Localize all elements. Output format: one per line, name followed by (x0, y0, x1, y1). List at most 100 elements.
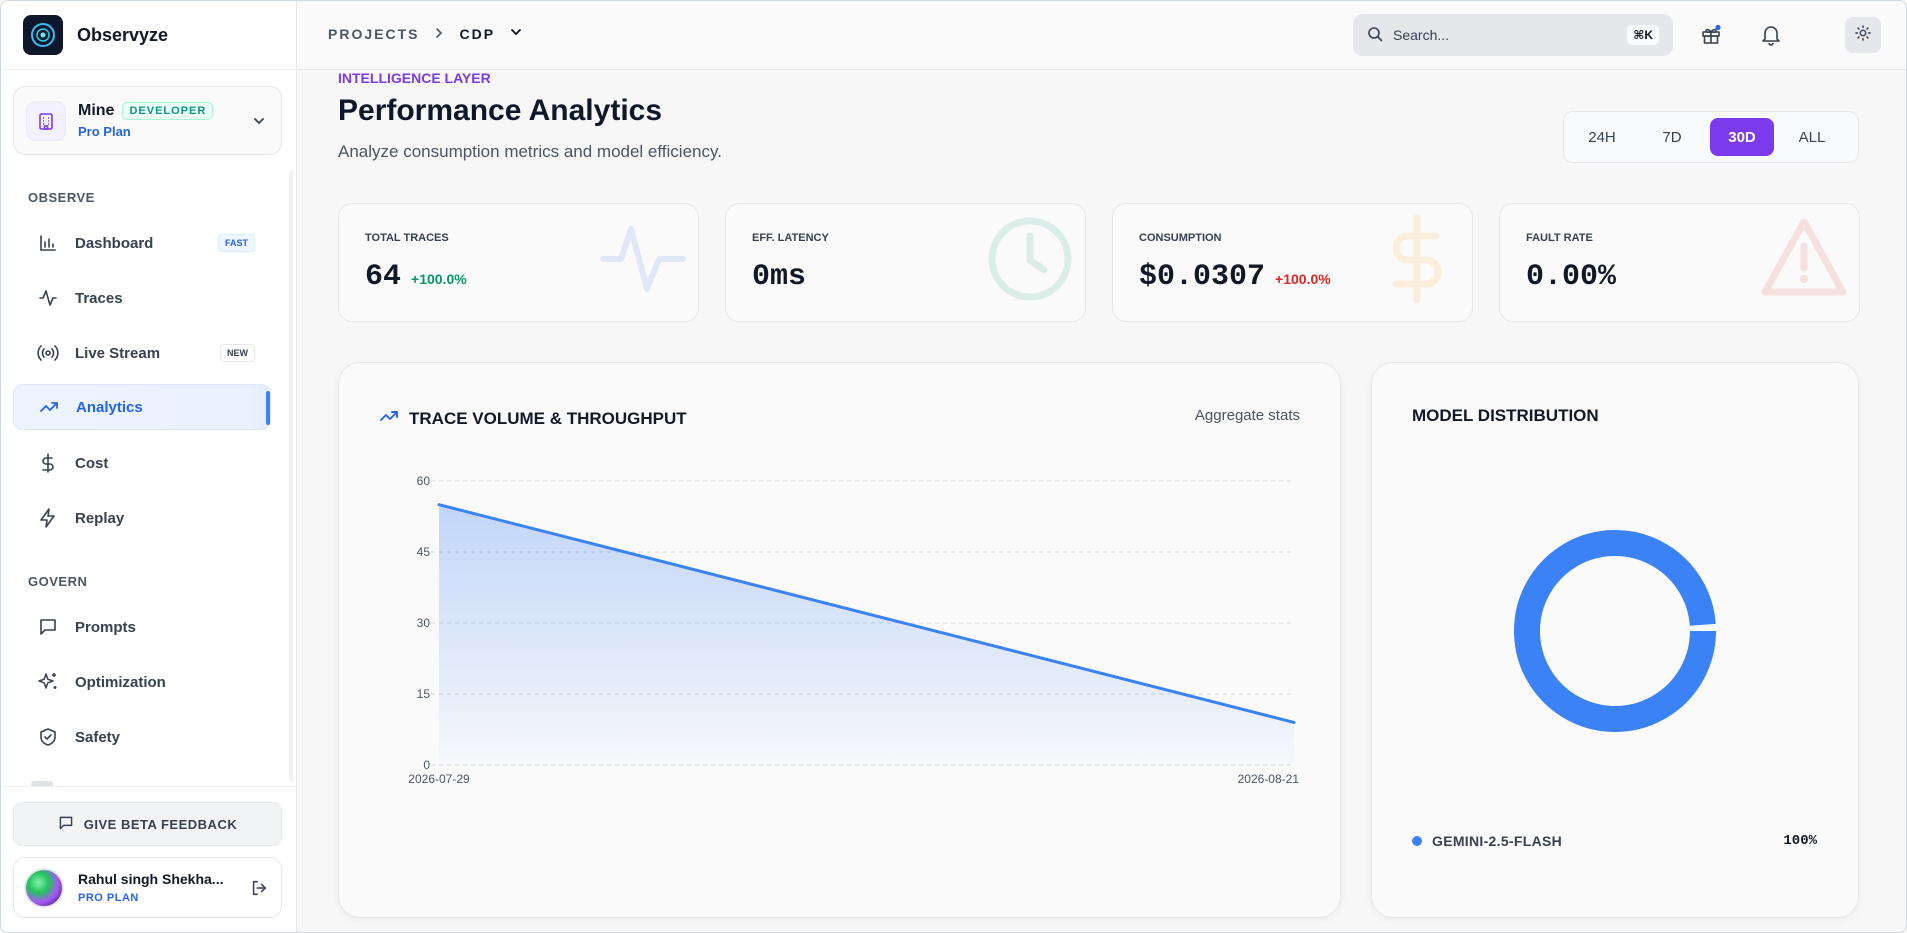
avatar (24, 867, 64, 908)
sidebar-item-label: Traces (75, 289, 123, 307)
gift-icon[interactable] (1697, 21, 1725, 49)
workspace-plan: Pro Plan (78, 124, 131, 139)
bar-chart-icon (37, 232, 59, 254)
legend-label: GEMINI-2.5-FLASH (1432, 833, 1563, 849)
broadcast-icon (37, 342, 59, 364)
kpi-total-traces: TOTAL TRACES 64 +100.0% (338, 203, 699, 322)
range-30d-button[interactable]: 30D (1710, 118, 1774, 156)
settings-button[interactable] (1845, 17, 1881, 53)
sidebar-item-optimization[interactable]: Optimization (13, 659, 271, 705)
breadcrumb: PROJECTS CDP (328, 25, 523, 42)
kpi-value: 0.00% (1526, 260, 1617, 294)
sidebar-item-label: Dashboard (75, 234, 154, 252)
sidebar-item-replay[interactable]: Replay (13, 495, 271, 541)
donut-slice[interactable] (1514, 530, 1716, 732)
range-all-button[interactable]: ALL (1780, 118, 1844, 156)
search-input[interactable]: Search... ⌘K (1353, 14, 1673, 56)
brand[interactable]: Observyze (23, 15, 168, 55)
search-icon (1367, 26, 1383, 45)
kpi-value: 64 (365, 260, 402, 294)
chevron-down-icon[interactable] (509, 25, 523, 42)
time-range-selector: 24H 7D 30D ALL (1563, 111, 1859, 163)
kpi-label: CONSUMPTION (1139, 232, 1222, 244)
bell-icon[interactable] (1757, 21, 1785, 49)
topbar: PROJECTS CDP Search... ⌘K (297, 1, 1906, 70)
model-distribution-card: MODEL DISTRIBUTION GEMINI-2.5-FLASH 100% (1371, 362, 1859, 918)
activity-icon (600, 226, 686, 292)
message-square-icon (37, 616, 59, 638)
trace-volume-card: TRACE VOLUME & THROUGHPUT Aggregate stat… (338, 362, 1341, 918)
y-tick-label: 30 (417, 616, 431, 630)
breadcrumb-projects[interactable]: PROJECTS (328, 26, 419, 42)
legend-swatch (1412, 836, 1422, 846)
y-tick-label: 45 (417, 545, 431, 559)
user-card[interactable]: Rahul singh Shekha... PRO PLAN (13, 857, 282, 918)
x-tick-label: 2026-08-21 (1238, 772, 1300, 786)
new-badge: NEW (220, 344, 255, 362)
kpi-delta: +100.0% (411, 271, 467, 287)
sidebar-item-dashboard[interactable]: Dashboard FAST (13, 220, 271, 266)
search-shortcut: ⌘K (1627, 25, 1659, 45)
alert-triangle-icon (1761, 218, 1847, 296)
sidebar-item-safety[interactable]: Safety (13, 714, 271, 760)
range-24h-button[interactable]: 24H (1570, 118, 1634, 156)
sidebar-item-label: Live Stream (75, 344, 161, 362)
sidebar-item-analytics[interactable]: Analytics (13, 384, 271, 430)
kpi-value: $0.0307 (1139, 260, 1266, 294)
dollar-icon (1392, 214, 1442, 304)
kpi-label: EFF. LATENCY (752, 232, 829, 244)
sidebar-item-cost[interactable]: Cost (13, 440, 271, 486)
brand-logo-icon (23, 15, 63, 55)
y-tick-label: 15 (417, 687, 431, 701)
gear-icon (1854, 24, 1872, 47)
sidebar-item-label: Replay (75, 509, 125, 527)
message-square-icon (58, 815, 74, 834)
sidebar-item-label: Cost (75, 454, 109, 472)
legend-item: GEMINI-2.5-FLASH 100% (1412, 833, 1817, 849)
divider (1, 786, 297, 787)
app-window: Observyze Mine DEVELOPER Pro Plan OBSERV… (0, 0, 1907, 933)
x-tick-label: 2026-07-29 (408, 772, 470, 786)
page-eyebrow: INTELLIGENCE LAYER (338, 70, 491, 86)
zap-icon (37, 507, 59, 529)
range-7d-button[interactable]: 7D (1640, 118, 1704, 156)
sidebar-scrollbar[interactable] (289, 171, 293, 781)
chevron-down-icon (249, 111, 269, 131)
kpi-label: TOTAL TRACES (365, 232, 449, 244)
sidebar-item-label: Optimization (75, 673, 166, 691)
clock-icon (988, 217, 1072, 301)
sidebar-item-label: Safety (75, 728, 121, 746)
workspace-name: Mine (78, 102, 115, 119)
activity-icon (37, 287, 59, 309)
page-subtitle: Analyze consumption metrics and model ef… (338, 142, 722, 161)
nav-section-govern: GOVERN (28, 574, 88, 589)
brand-name: Observyze (77, 24, 169, 45)
beta-feedback-label: GIVE BETA FEEDBACK (83, 816, 238, 832)
sidebar-item-prompts[interactable]: Prompts (13, 604, 271, 650)
user-plan: PRO PLAN (78, 892, 139, 904)
breadcrumb-project-cdp[interactable]: CDP (459, 26, 495, 42)
trace-volume-chart: 0 15 30 45 60 2026-07-29 2026-08-21 (408, 474, 1300, 786)
sparkles-icon (37, 671, 59, 693)
workspace-switcher[interactable]: Mine DEVELOPER Pro Plan (13, 86, 282, 155)
shield-check-icon (37, 726, 59, 748)
nav-section-observe: OBSERVE (28, 190, 95, 205)
page-title: Performance Analytics (338, 94, 663, 127)
fast-badge: FAST (217, 234, 255, 252)
kpi-label: FAULT RATE (1526, 232, 1593, 244)
kpi-value: 0ms (752, 260, 807, 294)
beta-feedback-button[interactable]: GIVE BETA FEEDBACK (13, 802, 282, 846)
building-icon (26, 100, 66, 141)
trending-up-icon (38, 396, 60, 418)
divider (1, 69, 297, 70)
kpi-delta: +100.0% (1275, 271, 1331, 287)
sidebar-item-live-stream[interactable]: Live Stream NEW (13, 330, 271, 376)
sidebar-item-label: Analytics (76, 398, 143, 416)
logout-icon[interactable] (247, 876, 271, 900)
search-placeholder: Search... (1393, 27, 1450, 43)
sidebar-item-label: Prompts (75, 618, 136, 636)
sidebar-item-traces[interactable]: Traces (13, 275, 271, 321)
workspace-role-badge: DEVELOPER (122, 102, 214, 120)
series-area (439, 504, 1294, 765)
kpi-eff-latency: EFF. LATENCY 0ms (725, 203, 1086, 322)
